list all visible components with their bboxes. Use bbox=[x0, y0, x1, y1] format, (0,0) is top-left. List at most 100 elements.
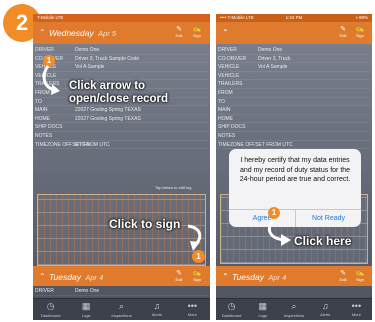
pencil-icon: ✎ bbox=[176, 270, 182, 277]
collapse-arrow-icon[interactable]: ⌃ bbox=[39, 272, 46, 281]
dashboard-icon: ◷ bbox=[46, 301, 55, 311]
detail-row: TRAILERS bbox=[218, 80, 370, 89]
day-title: Tuesday Apr 4 bbox=[232, 272, 287, 282]
detail-value: Driver 3, Truck bbox=[258, 55, 291, 62]
detail-key: SHIP DOCS bbox=[35, 124, 63, 131]
detail-key: NOTES bbox=[35, 132, 53, 139]
sign-button[interactable]: ✍ Sign bbox=[353, 269, 367, 282]
tab-bar: ◷ Dashboard ▦ Logs ⌕ Inspections ♫ Alerts ••• Mor… bbox=[33, 298, 210, 320]
detail-row: TO bbox=[218, 98, 370, 107]
day-header-tuesday[interactable]: ⌃ Tuesday Apr 4 ✎ Edit ✍ Sign bbox=[33, 266, 210, 286]
pencil-icon: ✎ bbox=[176, 26, 182, 33]
hint-badge: 1 bbox=[192, 250, 205, 263]
detail-row: NOTES bbox=[218, 132, 370, 141]
detail-key: VEHICLE bbox=[218, 64, 240, 71]
curved-arrow-icon bbox=[262, 218, 292, 248]
detail-key: VEHICLE bbox=[218, 72, 240, 79]
detail-row: SHIP DOCS bbox=[218, 123, 370, 132]
tab-inspections[interactable]: ⌕ Inspections bbox=[109, 301, 135, 318]
tab-alerts[interactable]: ♫ Alerts bbox=[312, 301, 338, 317]
day-title: Tuesday Apr 4 bbox=[49, 272, 104, 282]
detail-key: MAIN bbox=[35, 107, 48, 114]
detail-key: SHIP DOCS bbox=[218, 124, 246, 131]
tab-inspections[interactable]: ⌕ Inspections bbox=[281, 301, 307, 318]
detail-key: TO bbox=[218, 98, 225, 105]
tuesday-details: DRIVER Demo One bbox=[35, 287, 208, 296]
inspections-icon: ⌕ bbox=[291, 301, 297, 311]
tab-bar: ◷ Dashboard ▦ Logs ⌕ Inspections ♫ Alerts ••• Mor… bbox=[216, 298, 372, 320]
sign-button[interactable]: ✍ Sign bbox=[190, 25, 204, 38]
not-ready-button[interactable]: Not Ready bbox=[295, 210, 361, 227]
right-phone-screen: •••• T-Mobile LTE 1:24 PM ◑ 98% ⌃ ✎ Edit … bbox=[216, 14, 372, 320]
tutorial-composite: 2 T-Mobile LTE ⌃ Wednesday Apr 5 ✎ Edit ✍… bbox=[0, 0, 375, 322]
certify-dialog: I hereby certify that my data entries an… bbox=[229, 149, 361, 227]
detail-row: VEHICLE Vol A Sample bbox=[218, 63, 370, 72]
sign-button[interactable]: ✍ Sign bbox=[353, 25, 367, 38]
detail-row: HOME 22027 Gosling Spring TEXAS bbox=[35, 115, 208, 124]
tab-label: More bbox=[351, 312, 361, 317]
tab-label: Alerts bbox=[151, 312, 162, 317]
tab-label: Inspections bbox=[111, 313, 132, 318]
collapse-arrow-icon[interactable]: ⌃ bbox=[222, 272, 229, 281]
more-icon: ••• bbox=[351, 301, 362, 311]
alerts-icon: ♫ bbox=[321, 301, 329, 311]
detail-row: DRIVER Demo One bbox=[35, 46, 208, 55]
callout-here: Click here bbox=[294, 234, 352, 248]
inspections-icon: ⌕ bbox=[118, 301, 125, 311]
tab-label: Dashboard bbox=[221, 313, 242, 318]
tab-label: Inspections bbox=[283, 313, 305, 318]
edit-button[interactable]: ✎ Edit bbox=[172, 269, 186, 282]
tab-label: More bbox=[187, 312, 197, 317]
detail-key: HOME bbox=[35, 115, 50, 122]
tab-dashboard[interactable]: ◷ Dashboard bbox=[219, 301, 245, 318]
detail-row: NOTES bbox=[35, 132, 208, 141]
dashboard-icon: ◷ bbox=[227, 301, 236, 311]
detail-row: CO-DRIVERDriver 3, Truck Sample Code bbox=[35, 55, 208, 64]
detail-row: SHIP DOCS bbox=[35, 123, 208, 132]
tab-alerts[interactable]: ♫ Alerts bbox=[144, 301, 170, 317]
tab-label: Alerts bbox=[320, 312, 331, 317]
collapse-arrow-icon[interactable]: ⌃ bbox=[222, 28, 229, 37]
detail-value: Vol A Sample bbox=[75, 64, 105, 71]
tab-logs[interactable]: ▦ Logs bbox=[73, 301, 99, 318]
edit-button[interactable]: ✎ Edit bbox=[336, 25, 350, 38]
detail-value: Demo One bbox=[75, 47, 100, 53]
curved-arrow-icon bbox=[40, 64, 62, 96]
sign-icon: ✍ bbox=[355, 270, 365, 277]
pencil-icon: ✎ bbox=[340, 26, 346, 33]
edit-button[interactable]: ✎ Edit bbox=[336, 269, 350, 282]
detail-key: CO-DRIVER bbox=[218, 55, 247, 62]
logs-icon: ▦ bbox=[81, 301, 91, 311]
tab-more[interactable]: ••• More bbox=[343, 301, 369, 317]
detail-key: TRAILERS bbox=[218, 81, 243, 88]
detail-key: FROM bbox=[218, 89, 233, 96]
status-bar: •••• T-Mobile LTE 1:24 PM ◑ 98% bbox=[216, 14, 372, 22]
detail-row: CO-DRIVER Driver 3, Truck bbox=[218, 55, 370, 64]
more-icon: ••• bbox=[187, 301, 198, 311]
day-header[interactable]: ⌃ ✎ Edit ✍ Sign bbox=[216, 22, 372, 44]
detail-key: DRIVER bbox=[35, 47, 54, 53]
detail-key: MAIN bbox=[218, 107, 231, 114]
callout-sign: Click to sign bbox=[109, 217, 181, 231]
tab-more[interactable]: ••• More bbox=[179, 301, 205, 317]
detail-row: TIMEZONE OFFSET FROM UTC bbox=[218, 141, 370, 150]
detail-value: 22027 Gosling Spring TEXAS bbox=[75, 107, 141, 114]
day-header-tuesday[interactable]: ⌃ Tuesday Apr 4 ✎ Edit ✍ Sign bbox=[216, 266, 372, 286]
detail-row: MAIN 22027 Gosling Spring TEXAS bbox=[35, 106, 208, 115]
detail-key: CO-DRIVER bbox=[35, 55, 75, 63]
callout-arrow: Click arrow to open/close record bbox=[69, 80, 169, 105]
detail-row: DRIVER Demo One bbox=[35, 287, 208, 296]
detail-key: DRIVER bbox=[218, 47, 237, 53]
detail-row: TIMEZONE OFFSET FROM UTCUTC-5 bbox=[35, 141, 208, 150]
collapse-arrow-icon[interactable]: ⌃ bbox=[39, 28, 46, 37]
edit-button[interactable]: ✎ Edit bbox=[172, 25, 186, 38]
detail-key: TIMEZONE OFFSET FROM UTC bbox=[218, 141, 293, 148]
curved-arrow-icon bbox=[184, 222, 206, 252]
detail-value: 22027 Gosling Spring TEXAS bbox=[75, 115, 141, 122]
tab-dashboard[interactable]: ◷ Dashboard bbox=[38, 301, 64, 318]
tab-logs[interactable]: ▦ Logs bbox=[250, 301, 276, 318]
day-header-wednesday[interactable]: ⌃ Wednesday Apr 5 ✎ Edit ✍ Sign bbox=[33, 22, 210, 44]
dialog-buttons: Agree Not Ready bbox=[229, 209, 361, 227]
sign-button[interactable]: ✍ Sign bbox=[190, 269, 204, 282]
detail-key: NOTES bbox=[218, 132, 236, 139]
